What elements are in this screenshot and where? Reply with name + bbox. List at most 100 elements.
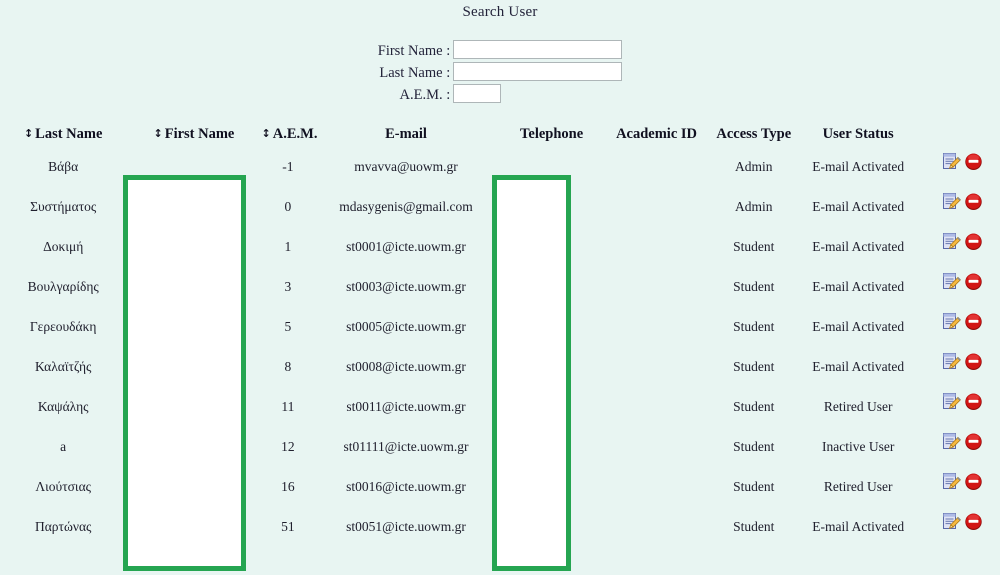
- edit-icon[interactable]: [942, 232, 962, 251]
- cell-last-name: Παρτώνας: [34, 519, 92, 534]
- row-actions-cell: [916, 467, 1000, 507]
- cell-academic-id: [605, 347, 707, 387]
- cell-email: st0011@icte.uowm.gr: [346, 399, 466, 414]
- delete-icon[interactable]: [964, 152, 983, 171]
- row-action-buttons: [942, 312, 983, 331]
- cell-academic-id: [605, 427, 707, 467]
- delete-icon[interactable]: [964, 272, 983, 291]
- row-actions-cell: [916, 387, 1000, 427]
- aem-field[interactable]: [453, 84, 502, 103]
- cell-user-status: E-mail Activated: [812, 239, 905, 254]
- delete-icon[interactable]: [964, 192, 983, 211]
- form-row-first-name: First Name :: [378, 40, 623, 62]
- cell-academic-id: [605, 507, 707, 547]
- edit-icon[interactable]: [942, 472, 962, 491]
- last-name-field[interactable]: [453, 62, 623, 81]
- row-action-buttons: [942, 472, 983, 491]
- edit-icon[interactable]: [942, 432, 962, 451]
- edit-icon[interactable]: [942, 512, 962, 531]
- last-name-label: Last Name :: [379, 65, 451, 81]
- cell-user-status: Retired User: [823, 399, 893, 414]
- first-name-column-highlight: [123, 175, 246, 571]
- column-header-label: First Name: [164, 126, 235, 142]
- search-form: First Name : Last Name : A.E.M. :: [378, 40, 623, 106]
- cell-email: st0008@icte.uowm.gr: [346, 359, 466, 374]
- cell-last-name: a: [60, 439, 67, 454]
- cell-last-name: Συστήματος: [30, 199, 97, 214]
- cell-access-type: Student: [733, 239, 775, 254]
- cell-academic-id: [605, 187, 707, 227]
- cell-email: st0051@icte.uowm.gr: [346, 519, 466, 534]
- delete-icon[interactable]: [964, 232, 983, 251]
- row-actions-cell: [916, 507, 1000, 547]
- edit-icon[interactable]: [942, 192, 962, 211]
- cell-email: st0001@icte.uowm.gr: [346, 239, 466, 254]
- cell-user-status: Inactive User: [822, 439, 895, 454]
- delete-icon[interactable]: [964, 352, 983, 371]
- delete-icon[interactable]: [964, 312, 983, 331]
- first-name-label: First Name :: [377, 43, 451, 59]
- column-header-a-e-m[interactable]: ↕ A.E.M.: [261, 125, 318, 147]
- cell-access-type: Admin: [735, 199, 773, 214]
- delete-icon[interactable]: [964, 472, 983, 491]
- column-header-last-name[interactable]: ↕ Last Name: [0, 125, 126, 147]
- delete-icon[interactable]: [964, 392, 983, 411]
- edit-icon[interactable]: [942, 352, 962, 371]
- page-title: Search User: [462, 4, 538, 20]
- cell-last-name: Βάβα: [48, 159, 79, 174]
- row-action-buttons: [942, 512, 983, 531]
- cell-academic-id: [605, 227, 707, 267]
- cell-aem: 5: [284, 319, 292, 334]
- cell-aem: 0: [284, 199, 292, 214]
- row-actions-cell: [916, 347, 1000, 387]
- column-header-label: Access Type: [716, 126, 792, 142]
- table-header: ↕ Last Name ↕ First Name ↕ A.E.M. E-mail Teleph…: [0, 125, 1000, 147]
- column-header-academic-id: Academic ID: [605, 125, 707, 147]
- column-header-actions: [916, 125, 1000, 147]
- row-action-buttons: [942, 432, 983, 451]
- cell-access-type: Student: [733, 439, 775, 454]
- row-action-buttons: [942, 392, 983, 411]
- cell-aem: 1: [284, 239, 292, 254]
- table-header-row: ↕ Last Name ↕ First Name ↕ A.E.M. E-mail Teleph…: [0, 125, 1000, 147]
- form-row-last-name: Last Name :: [378, 62, 623, 84]
- cell-aem: 16: [281, 479, 295, 494]
- column-header-user-status: User Status: [800, 125, 916, 147]
- delete-icon[interactable]: [964, 512, 983, 531]
- delete-icon[interactable]: [964, 432, 983, 451]
- row-actions-cell: [916, 427, 1000, 467]
- cell-academic-id: [605, 267, 707, 307]
- aem-label: A.E.M. :: [399, 87, 451, 103]
- edit-icon[interactable]: [942, 392, 962, 411]
- edit-icon[interactable]: [942, 312, 962, 331]
- edit-icon[interactable]: [942, 152, 962, 171]
- sort-arrows-icon: ↕: [23, 127, 34, 140]
- column-header-label: E-mail: [385, 126, 427, 142]
- row-actions-cell: [916, 227, 1000, 267]
- cell-aem: 51: [281, 519, 295, 534]
- first-name-field[interactable]: [453, 40, 623, 59]
- row-action-buttons: [942, 152, 983, 171]
- cell-last-name: Δοκιμή: [43, 239, 84, 254]
- edit-icon[interactable]: [942, 272, 962, 291]
- column-header-label: Academic ID: [616, 126, 698, 142]
- column-header-label: Last Name: [35, 126, 103, 142]
- row-actions-cell: [916, 187, 1000, 227]
- cell-access-type: Student: [733, 519, 775, 534]
- cell-access-type: Admin: [735, 159, 773, 174]
- column-header-first-name[interactable]: ↕ First Name: [126, 125, 261, 147]
- cell-access-type: Student: [733, 319, 775, 334]
- cell-access-type: Student: [733, 279, 775, 294]
- row-actions-cell: [916, 307, 1000, 347]
- cell-user-status: E-mail Activated: [812, 519, 905, 534]
- cell-access-type: Student: [733, 359, 775, 374]
- column-header-label: User Status: [822, 126, 894, 142]
- column-header-label: A.E.M.: [272, 126, 318, 142]
- cell-email: st0016@icte.uowm.gr: [346, 479, 466, 494]
- row-action-buttons: [942, 272, 983, 291]
- sort-arrows-icon: ↕: [261, 127, 271, 140]
- cell-email: st01111@icte.uowm.gr: [343, 439, 469, 454]
- aem-input-cell: [453, 84, 622, 106]
- last-name-input-cell: [453, 62, 623, 84]
- cell-aem: -1: [282, 159, 294, 174]
